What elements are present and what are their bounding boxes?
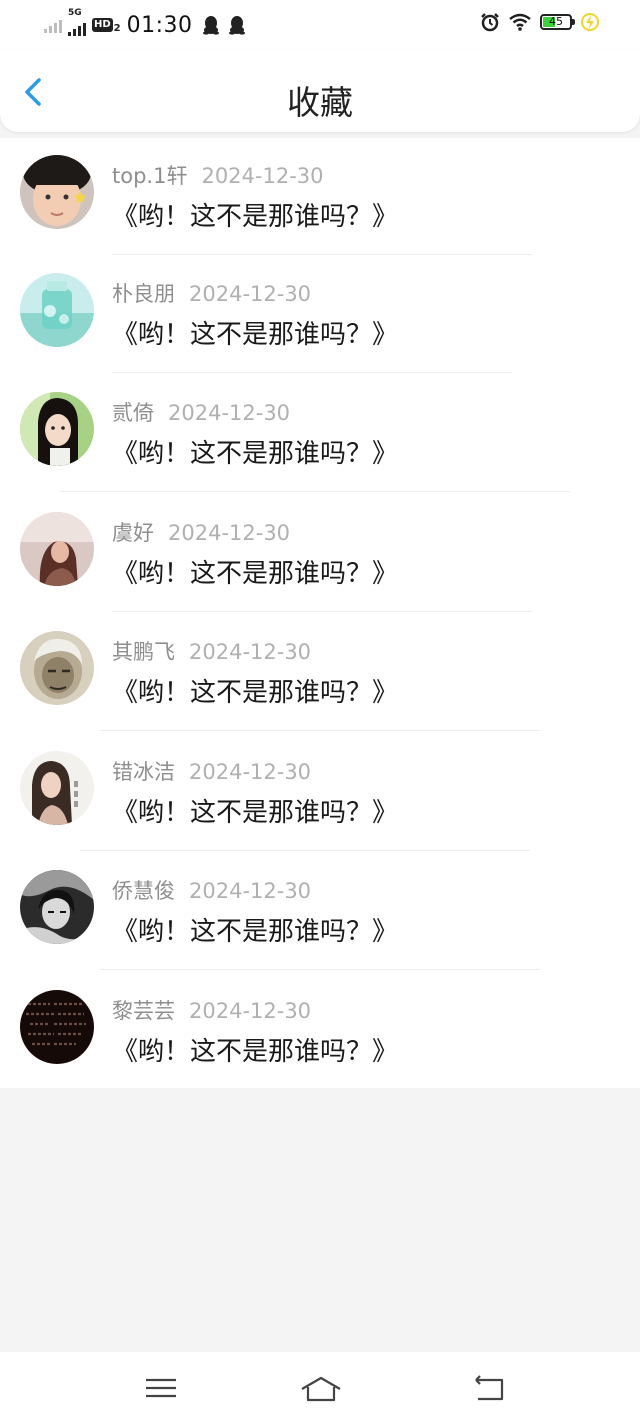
avatar[interactable]	[20, 751, 94, 825]
avatar[interactable]	[20, 631, 94, 705]
item-meta: 贰倚 2024-12-30	[112, 397, 290, 427]
list-item[interactable]: 其鹏飞 2024-12-30 《哟！这不是那谁吗？》	[0, 614, 640, 732]
divider	[80, 850, 530, 851]
item-meta: 错冰洁 2024-12-30	[112, 756, 311, 786]
page-header: 收藏	[0, 50, 640, 132]
divider	[112, 372, 512, 373]
qq-icon	[202, 16, 219, 35]
avatar[interactable]	[20, 392, 94, 466]
item-content: 《哟！这不是那谁吗？》	[112, 439, 399, 469]
item-content: 《哟！这不是那谁吗？》	[112, 1037, 399, 1067]
user-name: 侨慧俊	[112, 879, 175, 903]
user-name: 虞好	[112, 521, 154, 545]
item-meta: 虞好 2024-12-30	[112, 517, 290, 547]
status-time: 01:30	[126, 12, 193, 38]
hd-label: HD	[92, 18, 113, 32]
item-date: 2024-12-30	[201, 164, 324, 188]
item-content: 《哟！这不是那谁吗？》	[112, 320, 399, 350]
item-content: 《哟！这不是那谁吗？》	[112, 798, 399, 828]
item-date: 2024-12-30	[189, 760, 312, 784]
network-type-label: 5G	[68, 8, 82, 18]
favorites-list: top.1轩 2024-12-30 《哟！这不是那谁吗？》 朴良朋 2024-12-…	[0, 138, 640, 1088]
system-nav-bar	[0, 1352, 640, 1427]
alarm-icon	[481, 13, 499, 32]
item-content: 《哟！这不是那谁吗？》	[112, 917, 399, 947]
avatar[interactable]	[20, 155, 94, 229]
hd-sub-label: 2	[113, 22, 121, 34]
battery-icon: 45	[540, 14, 575, 30]
page-title: 收藏	[287, 83, 353, 122]
battery-level: 45	[549, 15, 563, 28]
charging-icon	[581, 13, 599, 31]
item-date: 2024-12-30	[189, 879, 312, 903]
item-meta: 黎芸芸 2024-12-30	[112, 995, 311, 1025]
item-date: 2024-12-30	[189, 640, 312, 664]
item-meta: top.1轩 2024-12-30	[112, 160, 324, 190]
signal-weak-icon	[44, 17, 62, 33]
list-item[interactable]: 错冰洁 2024-12-30 《哟！这不是那谁吗？》	[0, 734, 640, 852]
user-name: 其鹏飞	[112, 640, 175, 664]
divider	[100, 969, 540, 970]
avatar[interactable]	[20, 870, 94, 944]
hd-volte-icon: HD 2	[92, 17, 121, 34]
signal-5g-icon: 5G	[68, 8, 86, 36]
item-content: 《哟！这不是那谁吗？》	[112, 678, 399, 708]
status-bar: 5G HD 2 01:30 45	[0, 0, 640, 50]
user-name: 贰倚	[112, 401, 154, 425]
item-meta: 侨慧俊 2024-12-30	[112, 875, 311, 905]
status-bar-left: 5G HD 2 01:30	[44, 8, 245, 40]
item-meta: 其鹏飞 2024-12-30	[112, 636, 311, 666]
list-item[interactable]: 虞好 2024-12-30 《哟！这不是那谁吗？》	[0, 495, 640, 613]
user-name: 黎芸芸	[112, 999, 175, 1023]
list-item[interactable]: 朴良朋 2024-12-30 《哟！这不是那谁吗？》	[0, 256, 640, 374]
list-item[interactable]: 贰倚 2024-12-30 《哟！这不是那谁吗？》	[0, 375, 640, 493]
item-date: 2024-12-30	[189, 999, 312, 1023]
list-item[interactable]: top.1轩 2024-12-30 《哟！这不是那谁吗？》	[0, 138, 640, 256]
divider	[112, 254, 532, 255]
item-content: 《哟！这不是那谁吗？》	[112, 202, 399, 232]
item-content: 《哟！这不是那谁吗？》	[112, 559, 399, 589]
status-bar-right: 45	[480, 12, 600, 32]
user-name: 错冰洁	[112, 760, 175, 784]
avatar[interactable]	[20, 990, 94, 1064]
divider	[60, 491, 570, 492]
divider	[100, 730, 540, 731]
avatar[interactable]	[20, 273, 94, 347]
home-icon[interactable]	[299, 1372, 343, 1404]
item-date: 2024-12-30	[168, 401, 291, 425]
back-icon[interactable]	[468, 1372, 508, 1404]
wifi-icon	[509, 13, 531, 31]
item-date: 2024-12-30	[168, 521, 291, 545]
item-meta: 朴良朋 2024-12-30	[112, 278, 311, 308]
user-name: top.1轩	[112, 164, 188, 188]
user-name: 朴良朋	[112, 282, 175, 306]
avatar[interactable]	[20, 512, 94, 586]
divider	[112, 611, 532, 612]
list-item[interactable]: 黎芸芸 2024-12-30 《哟！这不是那谁吗？》	[0, 973, 640, 1091]
item-date: 2024-12-30	[189, 282, 312, 306]
battery-cap	[572, 19, 575, 25]
qq-icon	[228, 16, 245, 35]
list-item[interactable]: 侨慧俊 2024-12-30 《哟！这不是那谁吗？》	[0, 853, 640, 971]
menu-icon[interactable]	[141, 1372, 181, 1404]
